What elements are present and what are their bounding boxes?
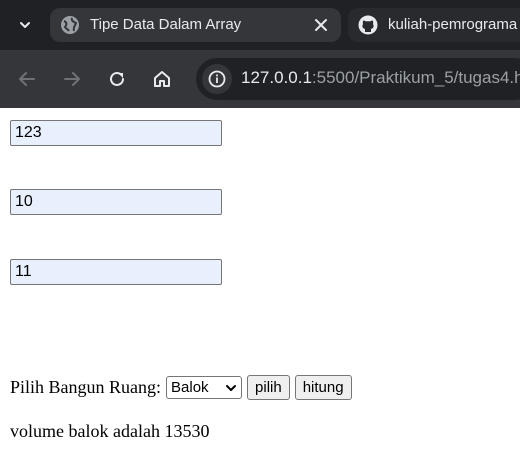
input-1[interactable]: 123 [10, 120, 222, 146]
chevron-down-icon [226, 384, 237, 391]
url-text: 127.0.0.1:5500/Praktikum_5/tugas4.h [241, 68, 520, 88]
arrow-left-icon [19, 72, 35, 86]
github-icon [358, 15, 378, 35]
url-path: :5500/Praktikum_5/tugas4.h [311, 68, 520, 87]
tab-search-button[interactable] [9, 9, 41, 41]
input-3[interactable]: 11 [10, 259, 222, 285]
page-content: 123 10 11 Pilih Bangun Ruang: Balok pili… [0, 108, 520, 468]
address-bar[interactable]: 127.0.0.1:5500/Praktikum_5/tugas4.h [196, 58, 520, 100]
input-2[interactable]: 10 [10, 189, 222, 215]
globe-icon [61, 16, 79, 34]
tab-inactive[interactable]: kuliah-pemrograma [348, 8, 520, 42]
reload-button[interactable] [104, 66, 130, 92]
tab-strip: Tipe Data Dalam Array kuliah-pemrograma [0, 0, 520, 50]
select-value: Balok [171, 378, 209, 396]
forward-button[interactable] [59, 66, 85, 92]
tab-title: kuliah-pemrograma [388, 16, 518, 33]
shape-select[interactable]: Balok [166, 375, 243, 399]
url-host: 127.0.0.1 [241, 68, 312, 87]
arrow-right-icon [64, 72, 80, 86]
site-info-button[interactable] [202, 64, 232, 94]
back-button[interactable] [14, 66, 40, 92]
tab-active[interactable]: Tipe Data Dalam Array [50, 8, 341, 42]
info-icon [208, 70, 226, 88]
select-label: Pilih Bangun Ruang: [10, 376, 162, 397]
tab-title: Tipe Data Dalam Array [90, 16, 242, 33]
reload-icon [110, 71, 124, 86]
hitung-button[interactable]: hitung [294, 374, 352, 400]
home-button[interactable] [149, 66, 175, 92]
shape-select-row: Pilih Bangun Ruang: Balok pilih hitung [10, 374, 352, 400]
browser-toolbar: 127.0.0.1:5500/Praktikum_5/tugas4.h [0, 50, 520, 108]
home-icon [154, 71, 170, 87]
result-text: volume balok adalah 13530 [10, 421, 210, 441]
close-icon[interactable] [313, 17, 329, 33]
pilih-button[interactable]: pilih [247, 374, 290, 400]
chevron-down-icon [20, 22, 30, 28]
